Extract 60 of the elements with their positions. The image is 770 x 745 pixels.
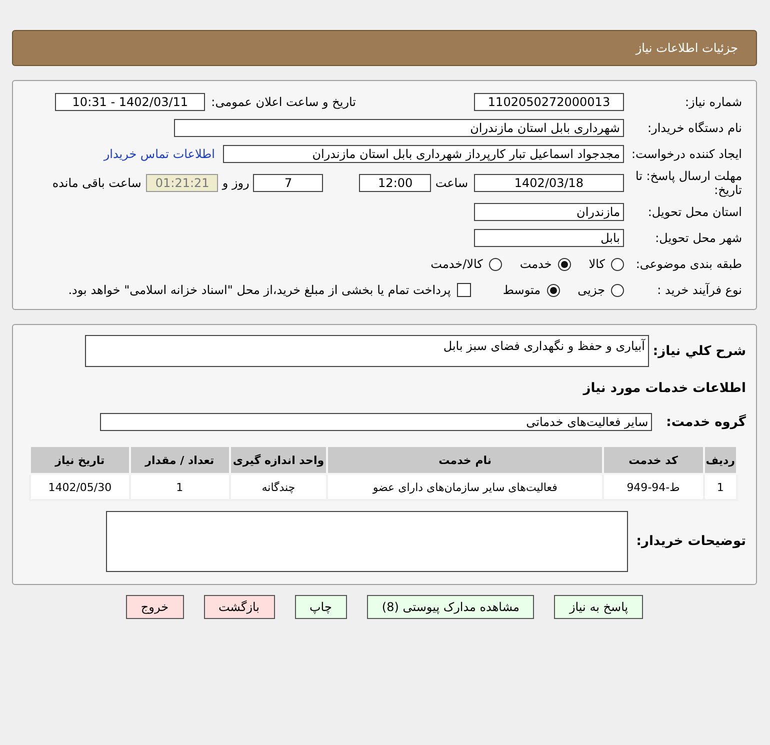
radio-button[interactable] — [488, 258, 502, 270]
page-title: جزئیات اطلاعات نیاز — [636, 41, 738, 55]
text-field[interactable]: 12:00 — [359, 174, 432, 192]
table-cell: 1402/05/30 — [30, 474, 130, 500]
action-button[interactable]: خروج — [126, 595, 184, 619]
table-cell: فعالیت‌های سایر سازمان‌های دارای عضو — [327, 474, 603, 500]
field-label: مهلت ارسال پاسخ: تا تاریخ: — [634, 169, 743, 197]
column-header: تعداد / مقدار — [130, 446, 230, 474]
action-button[interactable]: چاپ — [294, 595, 347, 619]
field-label: گروه خدمت: — [665, 414, 747, 430]
radio-button[interactable] — [546, 284, 560, 296]
action-button[interactable]: پاسخ به نیاز — [554, 595, 644, 619]
radio-label: متوسط — [502, 283, 541, 297]
checkbox[interactable] — [456, 283, 471, 297]
text-field[interactable]: 1402/03/11 - 10:31 — [55, 93, 206, 111]
contact-link[interactable]: اطلاعات تماس خریدار — [104, 147, 215, 161]
field-label: طبقه بندی موضوعی: — [634, 257, 743, 271]
notes-field[interactable] — [106, 511, 628, 572]
field-label: توضیحات خریدار: — [635, 534, 747, 549]
radio-button[interactable] — [558, 258, 571, 270]
field-label: شرح کلي نياز: — [652, 344, 747, 358]
field-label: استان محل تحویل: — [646, 205, 743, 219]
text-field[interactable]: 1402/03/18 — [474, 174, 624, 192]
radio-label: خدمت — [520, 257, 552, 271]
table-cell: ط-94-949 — [602, 474, 704, 500]
radio-label: کالا — [588, 257, 605, 271]
column-header: ردیف — [704, 446, 737, 474]
table-cell: 1 — [704, 474, 737, 500]
text-field[interactable]: مجدجواد اسماعیل تبار کارپرداز شهرداری بابل استان مازندران — [223, 145, 624, 163]
service-group-field[interactable]: سایر فعالیت‌های خدماتی — [100, 413, 652, 431]
checkbox-label: پرداخت تمام یا بخشی از مبلغ خرید،از محل "اسناد خزانه اسلامی" خواهد بود. — [68, 283, 451, 297]
radio-button[interactable] — [611, 258, 624, 270]
column-header: واحد اندازه گیری — [230, 446, 328, 474]
field-label: تاریخ و ساعت اعلان عمومی: — [211, 95, 356, 109]
field-label: شهر محل تحویل: — [654, 231, 743, 245]
field-label: ساعت — [435, 176, 468, 190]
text-field[interactable]: بابل — [474, 229, 624, 247]
column-header: کد خدمت — [602, 446, 704, 474]
field-label: نام دستگاه خریدار: — [646, 121, 743, 135]
text-field[interactable]: 7 — [253, 174, 324, 192]
description-field[interactable]: آبیاری و حفظ و نگهداری فضای سبز بابل — [84, 335, 649, 367]
radio-button[interactable] — [611, 284, 624, 296]
text-field[interactable]: شهرداری بابل استان مازندران — [174, 119, 624, 137]
text-field[interactable]: 1102050272000013 — [474, 93, 624, 111]
field-label: نوع فرآیند خرید : — [656, 283, 743, 297]
text-field[interactable]: مازندران — [474, 203, 624, 221]
column-header: نام خدمت — [327, 446, 603, 474]
action-button[interactable]: مشاهده مدارک پیوستی (8) — [366, 595, 534, 619]
table-cell: 1 — [130, 474, 230, 500]
field-label: ایجاد کننده درخواست: — [630, 147, 743, 161]
field-label: روز و — [222, 176, 250, 190]
table-cell: چندگانه — [230, 474, 328, 500]
column-header: تاریخ نیاز — [30, 446, 130, 474]
section-heading: اطلاعات خدمات مورد نیاز — [583, 380, 747, 396]
field-label: شماره نیاز: — [684, 95, 743, 109]
field-label: ساعت باقی مانده — [52, 176, 142, 190]
radio-label: جزیی — [578, 283, 605, 297]
radio-label: کالا/خدمت — [430, 257, 483, 271]
countdown-field[interactable]: 01:21:21 — [146, 174, 218, 192]
action-button[interactable]: بازگشت — [204, 595, 274, 619]
